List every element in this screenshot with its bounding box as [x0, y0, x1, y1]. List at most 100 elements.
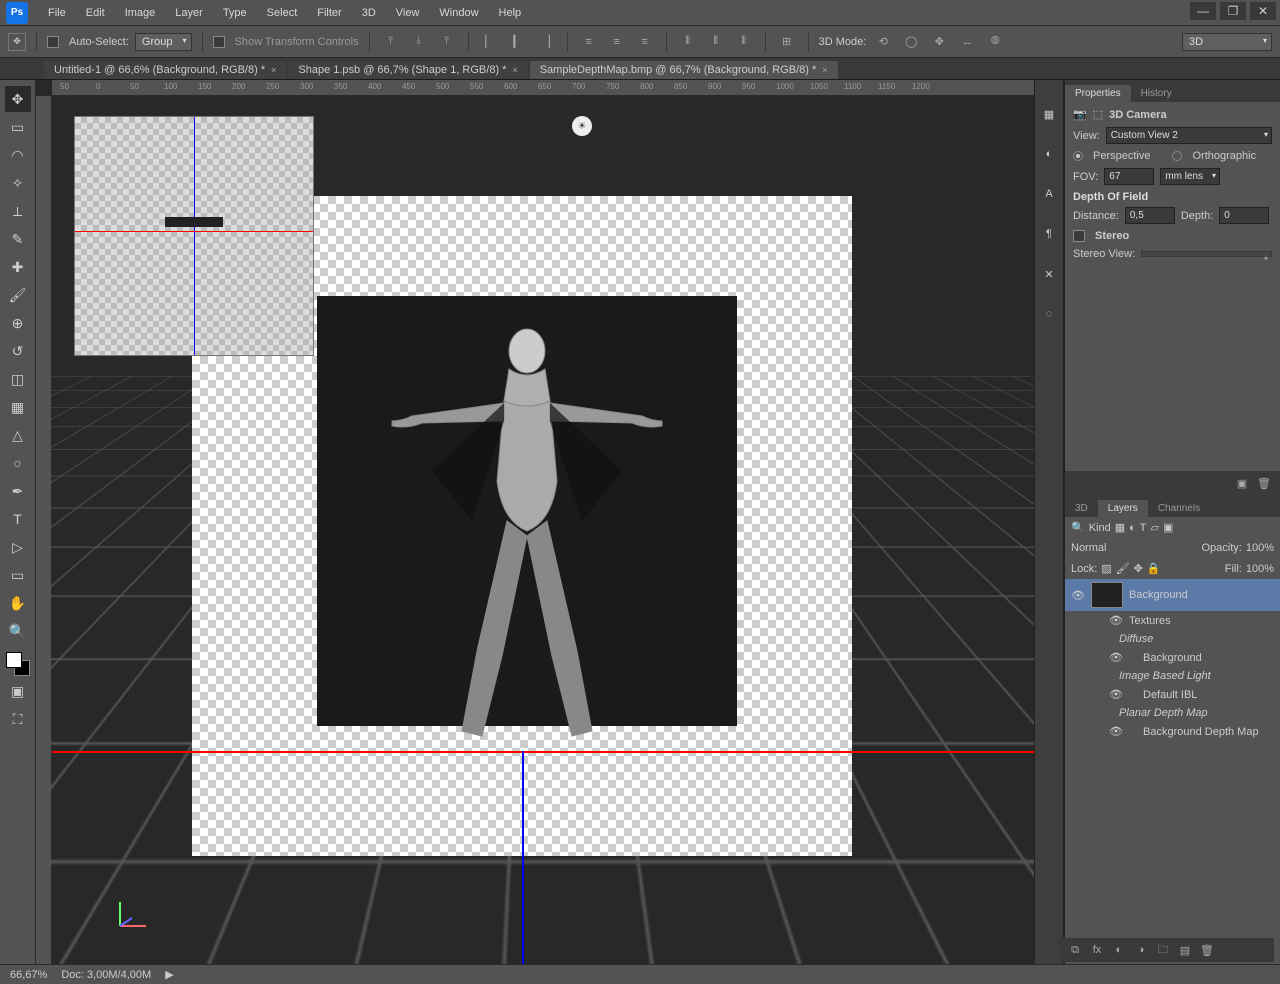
blur-tool[interactable]: △	[5, 422, 31, 448]
menu-edit[interactable]: Edit	[76, 7, 115, 19]
history-brush-tool[interactable]: ↺	[5, 338, 31, 364]
link-icon[interactable]: ⧉	[1067, 942, 1083, 958]
menu-select[interactable]: Select	[257, 7, 308, 19]
close-icon[interactable]: ×	[822, 65, 827, 75]
eraser-tool[interactable]: ◫	[5, 366, 31, 392]
group-icon[interactable]: 🗀	[1155, 942, 1171, 958]
show-transform-checkbox[interactable]	[213, 36, 225, 48]
3d-pan-icon[interactable]: ✥	[928, 31, 950, 53]
menu-help[interactable]: Help	[489, 7, 532, 19]
stereo-checkbox[interactable]	[1073, 230, 1085, 242]
close-icon[interactable]: ×	[271, 65, 276, 75]
perspective-radio[interactable]	[1073, 151, 1083, 161]
distribute-left-icon[interactable]: ⦀	[677, 31, 699, 53]
layer-ibl[interactable]: Image Based Light	[1065, 667, 1280, 685]
fx-icon[interactable]: fx	[1089, 942, 1105, 958]
3d-roll-icon[interactable]: ◯	[900, 31, 922, 53]
lock-transparent-icon[interactable]: ▨	[1101, 562, 1111, 575]
workspace-dropdown[interactable]: 3D	[1182, 33, 1272, 51]
fov-input[interactable]	[1104, 168, 1154, 185]
menu-type[interactable]: Type	[213, 7, 257, 19]
tab-untitled[interactable]: Untitled-1 @ 66,6% (Background, RGB/8) *…	[44, 61, 286, 79]
new-layer-icon[interactable]: ▤	[1177, 942, 1193, 958]
depth-input[interactable]	[1219, 207, 1269, 224]
align-left-icon[interactable]: ▏	[479, 31, 501, 53]
path-tool[interactable]: ▷	[5, 534, 31, 560]
swatches-icon[interactable]: ▦	[1039, 104, 1059, 124]
adjustment-icon[interactable]: ◑	[1133, 942, 1149, 958]
pen-tool[interactable]: ✒	[5, 478, 31, 504]
menu-3d[interactable]: 3D	[352, 7, 386, 19]
color-swatch[interactable]	[6, 652, 30, 676]
align-right-icon[interactable]: ▕	[535, 31, 557, 53]
lock-position-icon[interactable]: ✥	[1134, 562, 1143, 575]
menu-window[interactable]: Window	[429, 7, 488, 19]
crop-tool[interactable]: ⟂	[5, 198, 31, 224]
doc-size[interactable]: Doc: 3,00M/4,00M	[61, 969, 151, 981]
quickmask-tool[interactable]: ▣	[5, 678, 31, 704]
brush-tool[interactable]: 🖌	[5, 282, 31, 308]
delete-icon[interactable]: 🗑	[1199, 942, 1215, 958]
wand-tool[interactable]: ✧	[5, 170, 31, 196]
align-hcenter-icon[interactable]: ▎	[507, 31, 529, 53]
tab-layers-panel[interactable]: Layers	[1098, 500, 1148, 517]
axis-gizmo[interactable]	[112, 894, 152, 934]
layer-textures[interactable]: 👁Textures	[1065, 611, 1280, 630]
maximize-button[interactable]: ❐	[1220, 2, 1246, 20]
blend-mode-dropdown[interactable]: Normal	[1071, 542, 1198, 554]
zoom-tool[interactable]: 🔍	[5, 618, 31, 644]
tab-history[interactable]: History	[1131, 85, 1182, 102]
lock-all-icon[interactable]: 🔒	[1147, 562, 1161, 575]
align-bottom-icon[interactable]: ⫯	[436, 31, 458, 53]
close-icon[interactable]: ×	[512, 65, 517, 75]
distribute-hcenter-icon[interactable]: ⦀	[705, 31, 727, 53]
filter-adjust-icon[interactable]: ◐	[1129, 522, 1136, 534]
layer-diffuse[interactable]: Diffuse	[1065, 630, 1280, 648]
move-tool[interactable]: ✥	[5, 86, 31, 112]
distribute-right-icon[interactable]: ⦀	[733, 31, 755, 53]
render-icon[interactable]: ▣	[1234, 475, 1250, 491]
visibility-icon[interactable]: 👁	[1109, 688, 1123, 701]
trash-icon[interactable]: 🗑	[1256, 475, 1272, 491]
paragraph-icon[interactable]: ¶	[1039, 224, 1059, 244]
opacity-input[interactable]: 100%	[1246, 542, 1274, 554]
visibility-icon[interactable]: 👁	[1109, 614, 1123, 627]
layer-background[interactable]: 👁 Background	[1065, 579, 1280, 611]
lasso-tool[interactable]: ◠	[5, 142, 31, 168]
light-widget-icon[interactable]: ☀	[572, 116, 592, 136]
status-arrow-icon[interactable]: ▶	[165, 968, 173, 981]
align-top-icon[interactable]: ⫯	[380, 31, 402, 53]
auto-select-checkbox[interactable]	[47, 36, 59, 48]
layer-thumbnail[interactable]	[1091, 582, 1123, 608]
orthographic-radio[interactable]	[1172, 151, 1182, 161]
tab-shape1[interactable]: Shape 1.psb @ 66,7% (Shape 1, RGB/8) *×	[288, 61, 527, 79]
mask-icon[interactable]: ◐	[1111, 942, 1127, 958]
distribute-top-icon[interactable]: ≡	[578, 31, 600, 53]
distribute-bottom-icon[interactable]: ≡	[634, 31, 656, 53]
marquee-tool[interactable]: ▭	[5, 114, 31, 140]
tab-sampledepth[interactable]: SampleDepthMap.bmp @ 66,7% (Background, …	[530, 61, 838, 79]
layer-depthmap[interactable]: Planar Depth Map	[1065, 704, 1280, 722]
tab-channels-panel[interactable]: Channels	[1148, 500, 1210, 517]
3d-rotate-icon[interactable]: ⟲	[872, 31, 894, 53]
fill-input[interactable]: 100%	[1246, 563, 1274, 575]
view-dropdown[interactable]: Custom View 2	[1106, 127, 1272, 144]
filter-type-icon[interactable]: T	[1140, 522, 1147, 534]
fov-unit-dropdown[interactable]: mm lens	[1160, 168, 1220, 185]
zoom-level[interactable]: 66,67%	[10, 969, 47, 981]
distance-input[interactable]	[1125, 207, 1175, 224]
tab-3d-panel[interactable]: 3D	[1065, 500, 1098, 517]
arrange-icon[interactable]: ⊞	[776, 31, 798, 53]
tools-icon[interactable]: ✕	[1039, 264, 1059, 284]
visibility-icon[interactable]: 👁	[1071, 589, 1085, 602]
stamp-tool[interactable]: ⊕	[5, 310, 31, 336]
menu-layer[interactable]: Layer	[165, 7, 213, 19]
eyedropper-tool[interactable]: ✎	[5, 226, 31, 252]
menu-view[interactable]: View	[386, 7, 430, 19]
close-button[interactable]: ✕	[1250, 2, 1276, 20]
layer-diffuse-bg[interactable]: 👁Background	[1065, 648, 1280, 667]
layer-default-ibl[interactable]: 👁Default IBL	[1065, 685, 1280, 704]
screenmode-tool[interactable]: ⛶	[5, 706, 31, 732]
visibility-icon[interactable]: 👁	[1109, 725, 1123, 738]
filter-pixel-icon[interactable]: ▦	[1115, 521, 1125, 534]
